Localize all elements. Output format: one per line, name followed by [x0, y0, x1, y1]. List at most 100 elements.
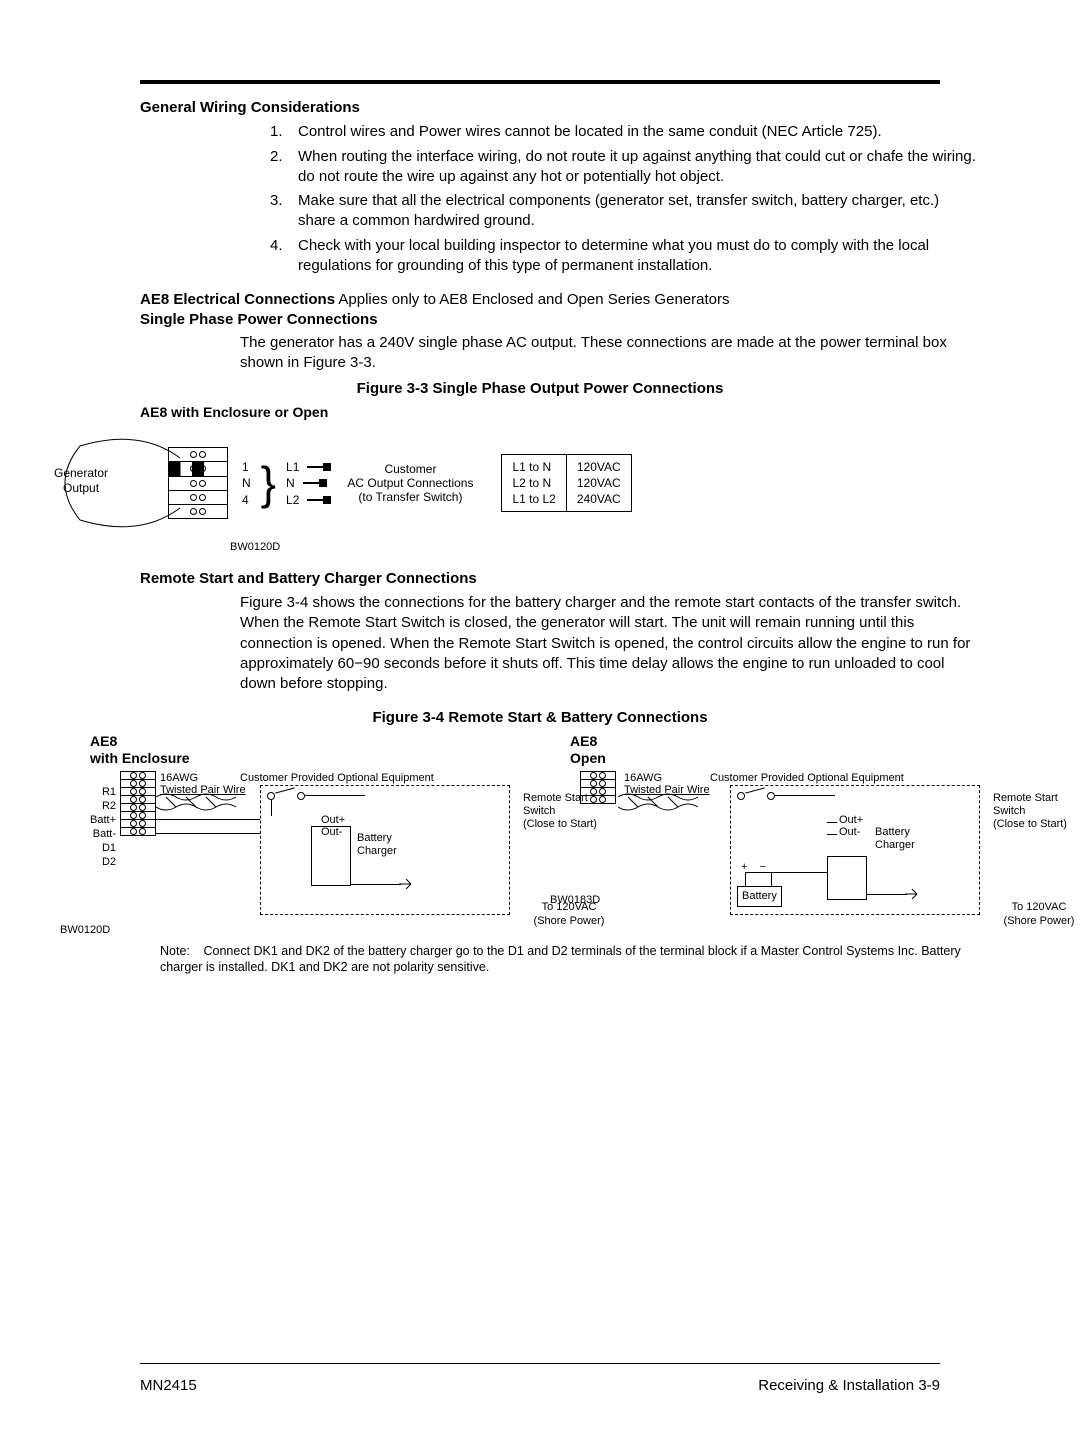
table-cell: 120VAC [577, 475, 621, 491]
row-label: D2 [76, 855, 116, 869]
list-item: 3.Make sure that all the electrical comp… [270, 191, 980, 232]
wire-line [305, 795, 365, 796]
charger-box-icon [827, 856, 867, 900]
fig33-caption: Figure 3-3 Single Phase Output Power Con… [40, 379, 1040, 399]
drawing-number: BW0120D [230, 540, 1040, 555]
footer-left: MN2415 [140, 1376, 197, 1396]
fig34-diagram: AE8 with Enclosure R1 R2 Batt+ Batt- D1 … [40, 733, 1040, 933]
label-l2: L2 [286, 492, 299, 508]
switch-icon [275, 787, 295, 793]
right-title-2: Open [570, 750, 606, 766]
battery-charger-box: Battery Charger [871, 824, 923, 854]
cust-line: Customer [347, 462, 473, 476]
terminal-row-labels: R1 R2 Batt+ Batt- D1 D2 [76, 785, 116, 869]
wire-line [745, 872, 746, 886]
list-num: 1. [270, 122, 298, 142]
contact-icon [267, 792, 275, 800]
right-title-1: AE8 [570, 733, 597, 749]
drawing-number: BW0120D [60, 923, 110, 938]
bc-line: Battery [875, 826, 919, 839]
label-n: N [286, 475, 295, 491]
single-phase-heading: Single Phase Power Connections [140, 310, 1040, 330]
cust-line: AC Output Connections [347, 476, 473, 490]
contact-icon [767, 792, 775, 800]
pin-4: 4 [242, 492, 251, 508]
row-label: R2 [76, 799, 116, 813]
rss-line: Remote Start Switch [993, 792, 1080, 818]
bracket-icon: } [259, 460, 278, 506]
charger-box-icon [311, 826, 351, 886]
list-text: When routing the interface wiring, do no… [298, 147, 980, 188]
fig33-subcaption: AE8 with Enclosure or Open [140, 403, 1040, 422]
out-plus: Out+ [321, 814, 345, 826]
terminal-block [580, 771, 616, 804]
wire-line [156, 833, 260, 834]
shore-line: (Shore Power) [989, 915, 1080, 928]
shore-power-label: To 120VAC (Shore Power) [989, 901, 1080, 927]
row-label: R1 [76, 785, 116, 799]
twisted-wire-icon [618, 791, 708, 813]
wire-line [827, 834, 837, 835]
page-footer: MN2415 Receiving & Installation 3-9 [40, 1376, 1040, 1396]
battery-charger-box: Battery Charger [353, 830, 405, 860]
optional-equipment-box: Remote Start Switch (Close to Start) Out… [730, 785, 980, 915]
pin-n: N [242, 475, 251, 491]
fig34-right: AE8 Open 16AWG Twisted Pair Wire Custome… [540, 733, 1040, 933]
list-item: 1.Control wires and Power wires cannot b… [270, 122, 980, 142]
bc-line: Battery [357, 832, 401, 845]
note-text: Connect DK1 and DK2 of the battery charg… [160, 944, 961, 974]
drawing-number: BW0183D [550, 893, 600, 908]
list-num: 4. [270, 236, 298, 277]
list-num: 3. [270, 191, 298, 232]
bc-line: Charger [875, 839, 919, 852]
out-labels: Out+ Out- [839, 814, 863, 838]
fig34-caption: Figure 3-4 Remote Start & Battery Connec… [40, 708, 1040, 728]
wire-line [867, 894, 907, 895]
remote-start-heading: Remote Start and Battery Charger Connect… [140, 569, 1040, 589]
contact-icon [737, 792, 745, 800]
contact-icon [297, 792, 305, 800]
wire-line [156, 819, 260, 820]
rss-line: (Close to Start) [993, 818, 1080, 831]
row-label: Batt- [76, 827, 116, 841]
wire-stub-icon [303, 482, 323, 484]
top-rule [140, 80, 940, 84]
out-minus: Out- [839, 826, 863, 838]
list-text: Make sure that all the electrical compon… [298, 191, 980, 232]
pin-numbers: 1 N 4 [240, 459, 251, 507]
wire-line [351, 884, 401, 885]
wire-stub-icon [307, 499, 327, 501]
fig34-left: AE8 with Enclosure R1 R2 Batt+ Batt- D1 … [40, 733, 540, 933]
wire-line [827, 822, 837, 823]
wire-line [271, 800, 272, 816]
customer-connections-label: Customer AC Output Connections (to Trans… [347, 462, 473, 505]
ae8-connections-heading: AE8 Electrical Connections Applies only … [140, 290, 1040, 310]
heading-text: AE8 Electrical Connections [140, 291, 335, 308]
list-text: Check with your local building inspector… [298, 236, 980, 277]
left-title-2: with Enclosure [90, 750, 190, 766]
left-title-1: AE8 [90, 733, 117, 749]
twisted-wire-icon [156, 791, 246, 813]
arrow-icon [399, 878, 411, 890]
wire-line [745, 872, 827, 873]
note-label: Note: [160, 943, 200, 959]
wire-stub-icon [307, 466, 327, 468]
footer-rule [140, 1363, 940, 1364]
opt-eq-label: Customer Provided Optional Equipment [240, 771, 434, 786]
ln-labels: L1 N L2 [286, 459, 327, 507]
table-cell: L2 to N [512, 475, 555, 491]
footnote: Note: Connect DK1 and DK2 of the battery… [160, 943, 990, 976]
list-item: 4.Check with your local building inspect… [270, 236, 980, 277]
list-text: Control wires and Power wires cannot be … [298, 122, 882, 142]
cust-line: (to Transfer Switch) [347, 490, 473, 504]
numbered-list: 1.Control wires and Power wires cannot b… [270, 122, 980, 276]
battery-box: Battery [737, 886, 782, 907]
row-label: Batt+ [76, 813, 116, 827]
opt-eq-label: Customer Provided Optional Equipment [710, 771, 904, 786]
row-label: D1 [76, 841, 116, 855]
heading-note: Applies only to AE8 Enclosed and Open Se… [335, 291, 729, 308]
wire-line [771, 872, 772, 886]
arrow-icon [905, 888, 917, 900]
fig33-diagram: Generator Output 1 N 4 } L1 N L2 Custome… [60, 428, 1040, 538]
table-cell: L1 to N [512, 459, 555, 475]
